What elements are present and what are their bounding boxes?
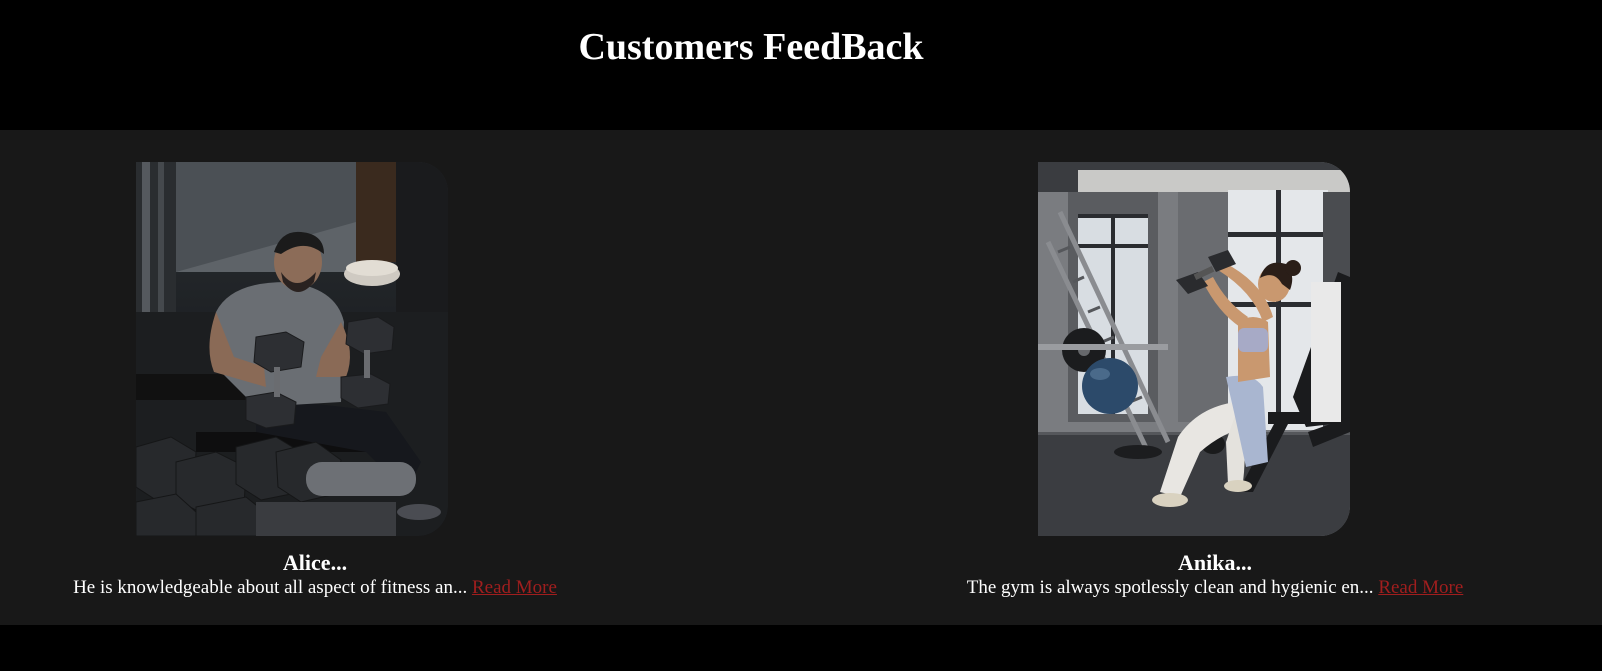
- page-header: Customers FeedBack: [0, 0, 1602, 130]
- feedback-text: The gym is always spotlessly clean and h…: [900, 576, 1530, 600]
- feedback-excerpt: The gym is always spotlessly clean and h…: [966, 577, 1374, 598]
- read-more-link[interactable]: Read More: [472, 577, 557, 598]
- read-more-link[interactable]: Read More: [1378, 577, 1463, 598]
- customer-photo: [136, 162, 448, 536]
- customer-name: Anika...: [1178, 550, 1252, 575]
- customer-name: Alice...: [282, 550, 348, 575]
- customer-photo: [1038, 162, 1350, 536]
- feedback-card: Alice... He is knowledgeable about all a…: [0, 130, 630, 625]
- feedback-excerpt: He is knowledgeable about all aspect of …: [73, 577, 468, 598]
- feedback-section: Alice... He is knowledgeable about all a…: [0, 130, 1602, 625]
- feedback-text: He is knowledgeable about all aspect of …: [0, 576, 630, 600]
- feedback-card: Anika... The gym is always spotlessly cl…: [900, 130, 1530, 625]
- page-title: Customers FeedBack: [578, 26, 924, 68]
